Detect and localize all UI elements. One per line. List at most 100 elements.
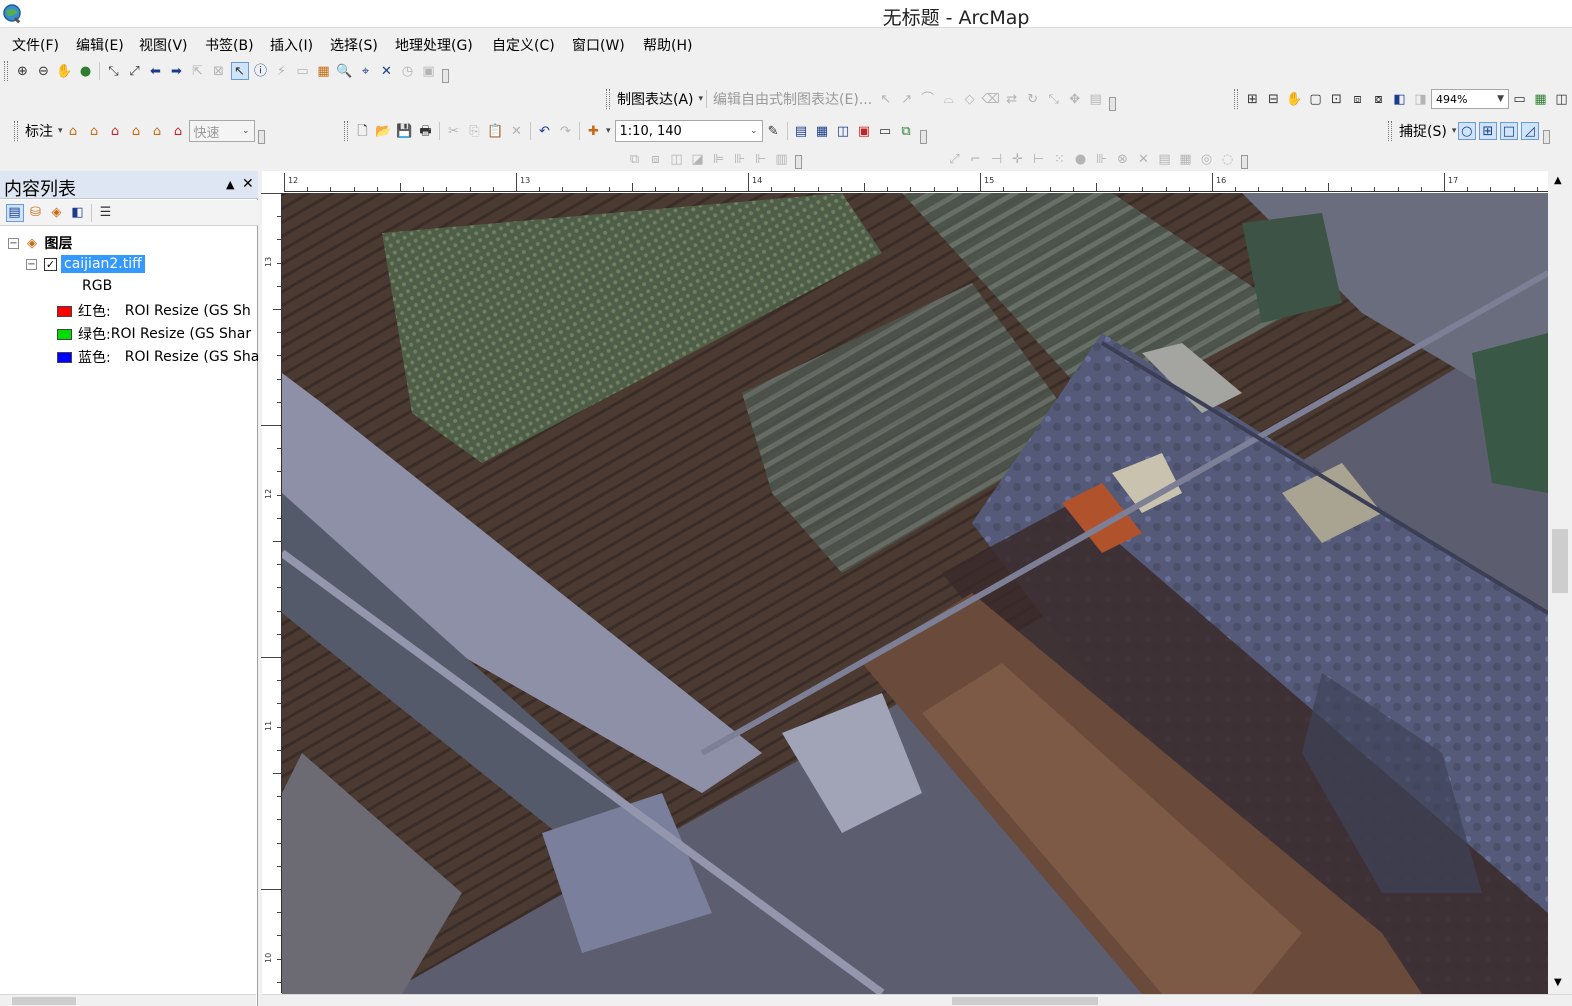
toc-horizontal-scrollbar[interactable] [0, 994, 256, 1006]
menu-insert[interactable]: 插入(I) [270, 35, 313, 55]
scrollbar-thumb[interactable] [12, 997, 76, 1005]
zoom-in-icon[interactable]: ⊕ [14, 62, 32, 80]
topo-grid-icon[interactable]: ▦ [1177, 150, 1195, 168]
layout-fixed-out-icon[interactable]: ⧇ [1370, 90, 1388, 108]
toolbar-overflow[interactable] [257, 130, 265, 144]
align-right-icon[interactable]: ⊩ [752, 150, 770, 168]
focus-data-frame-icon[interactable]: ▦ [1532, 90, 1550, 108]
close-icon[interactable]: ✕ [242, 176, 254, 192]
time-slider-icon[interactable]: ◷ [399, 62, 417, 80]
scrollbar-thumb[interactable] [952, 997, 1098, 1005]
scroll-down-icon[interactable]: ▼ [1554, 977, 1562, 988]
menu-view[interactable]: 视图(V) [139, 35, 188, 55]
snap-point-icon[interactable]: ○ [1457, 122, 1476, 140]
edit-free-representation-button[interactable]: 编辑自由式制图表达(E)... [713, 89, 872, 109]
toolbar-grip[interactable] [4, 61, 8, 81]
pause-labeling-icon[interactable]: ⌂ [127, 122, 145, 140]
search-window-icon[interactable]: ◫ [834, 122, 852, 140]
group-icon[interactable]: ⧉ [626, 150, 644, 168]
menu-bookmarks[interactable]: 书签(B) [205, 35, 254, 55]
menu-help[interactable]: 帮助(H) [643, 35, 692, 55]
hyperlink-icon[interactable]: ⚡ [273, 62, 291, 80]
band-color-swatch[interactable] [57, 351, 72, 363]
unplaced-labels-icon[interactable]: ⌂ [106, 122, 124, 140]
topo-validate-icon[interactable]: ⁙ [1051, 150, 1069, 168]
topo-inspector-icon[interactable]: ⊗ [1114, 150, 1132, 168]
rep-lasso-select-icon[interactable]: ⌓ [940, 90, 958, 108]
topo-shared-icon[interactable]: ✕ [1135, 150, 1153, 168]
menu-geoprocessing[interactable]: 地理处理(G) [395, 35, 473, 55]
toggle-draft-icon[interactable]: ▭ [1511, 90, 1529, 108]
fixed-zoom-out-icon[interactable]: ⤢ [126, 62, 144, 80]
rep-marker-icon[interactable]: ◇ [961, 90, 979, 108]
rep-direct-select-icon[interactable]: ↗ [898, 90, 916, 108]
zoom-level-combo[interactable]: 494% ▼ [1431, 89, 1509, 109]
list-by-source-icon[interactable]: ⛁ [27, 204, 45, 222]
editor-toolbar-icon[interactable]: ✎ [764, 122, 782, 140]
topo-fix-icon[interactable]: ⊪ [1093, 150, 1111, 168]
clear-selection-icon[interactable]: ⊠ [210, 62, 228, 80]
html-popup-icon[interactable]: ▭ [294, 62, 312, 80]
map-vertical-scrollbar[interactable]: ▲ ▼ [1548, 171, 1572, 994]
list-by-selection-icon[interactable]: ◧ [69, 204, 87, 222]
catalog-icon[interactable]: ▦ [813, 122, 831, 140]
toolbar-overflow[interactable] [1109, 97, 1117, 111]
layout-pan-icon[interactable]: ✋ [1286, 90, 1304, 108]
map-scale-combo[interactable]: 1:10, 140 ⌄ [614, 120, 763, 142]
map-horizontal-scrollbar[interactable] [262, 994, 1572, 1006]
fixed-zoom-in-icon[interactable]: ⤡ [105, 62, 123, 80]
rep-resize-icon[interactable]: ⤡ [1045, 90, 1063, 108]
table-of-contents-icon[interactable]: ▤ [792, 122, 810, 140]
menu-selection[interactable]: 选择(S) [330, 35, 378, 55]
list-by-drawing-order-icon[interactable]: ▤ [5, 203, 24, 222]
go-to-xy-icon[interactable]: ⇱ [189, 62, 207, 80]
new-document-icon[interactable]: 🗋 [354, 122, 372, 140]
menu-edit[interactable]: 编辑(E) [76, 35, 124, 55]
identify-icon[interactable]: ⓘ [252, 62, 270, 80]
print-icon[interactable]: 🖶 [417, 122, 435, 140]
toolbar-grip[interactable] [606, 89, 610, 109]
label-speed-combo[interactable]: 快速 ⌄ [188, 120, 255, 142]
modelbuilder-icon[interactable]: ⧉ [897, 122, 915, 140]
layout-zoom-in-icon[interactable]: ⊞ [1244, 90, 1262, 108]
forward-extent-icon[interactable]: ➡ [168, 62, 186, 80]
zoom-whole-page-icon[interactable]: ▢ [1307, 90, 1325, 108]
scrollbar-thumb[interactable] [1552, 529, 1568, 593]
band-color-swatch[interactable] [57, 328, 72, 340]
menu-file[interactable]: 文件(F) [12, 35, 59, 55]
toolbar-grip[interactable] [1234, 89, 1238, 109]
back-extent-icon[interactable]: ⬅ [147, 62, 165, 80]
toolbar-overflow[interactable] [1543, 130, 1551, 144]
topo-extra-icon[interactable]: ◎ [1198, 150, 1216, 168]
ungroup-icon[interactable]: ⧈ [647, 150, 665, 168]
layout-fixed-in-icon[interactable]: ⧈ [1349, 90, 1367, 108]
pan-icon[interactable]: ✋ [56, 62, 74, 80]
topo-table-icon[interactable]: ▤ [1156, 150, 1174, 168]
expander-icon[interactable]: − [8, 237, 19, 249]
toolbar-grip[interactable] [14, 121, 18, 141]
pin-icon[interactable]: ▲ [226, 178, 234, 191]
topo-errors-icon[interactable]: ● [1072, 150, 1090, 168]
topo-align-icon[interactable]: ⊣ [988, 150, 1006, 168]
open-icon[interactable]: 📂 [375, 122, 393, 140]
find-icon[interactable]: 🔍 [336, 62, 354, 80]
snap-edge-icon[interactable]: ◿ [1520, 122, 1539, 140]
rep-properties-icon[interactable]: ▤ [1087, 90, 1105, 108]
toolbar-overflow[interactable] [1241, 155, 1248, 169]
labeling-menu[interactable]: 标注 [25, 121, 53, 141]
full-extent-icon[interactable]: ● [77, 62, 95, 80]
undo-icon[interactable]: ↶ [536, 122, 554, 140]
snapping-menu[interactable]: 捕捉(S) [1399, 121, 1447, 141]
layout-back-icon[interactable]: ◧ [1391, 90, 1409, 108]
distribute-icon[interactable]: ▥ [773, 150, 791, 168]
python-window-icon[interactable]: ▭ [876, 122, 894, 140]
snap-end-icon[interactable]: ⊞ [1478, 122, 1497, 140]
zoom-100-icon[interactable]: ⊡ [1328, 90, 1346, 108]
toolbar-grip[interactable] [344, 121, 348, 141]
cut-icon[interactable]: ✂ [445, 122, 463, 140]
arctoolbox-icon[interactable]: ▣ [855, 122, 873, 140]
copy-icon[interactable]: ⎘ [466, 122, 484, 140]
redo-icon[interactable]: ↷ [557, 122, 575, 140]
layer-label[interactable]: caijian2.tiff [61, 255, 145, 273]
expander-icon[interactable]: − [26, 258, 37, 270]
